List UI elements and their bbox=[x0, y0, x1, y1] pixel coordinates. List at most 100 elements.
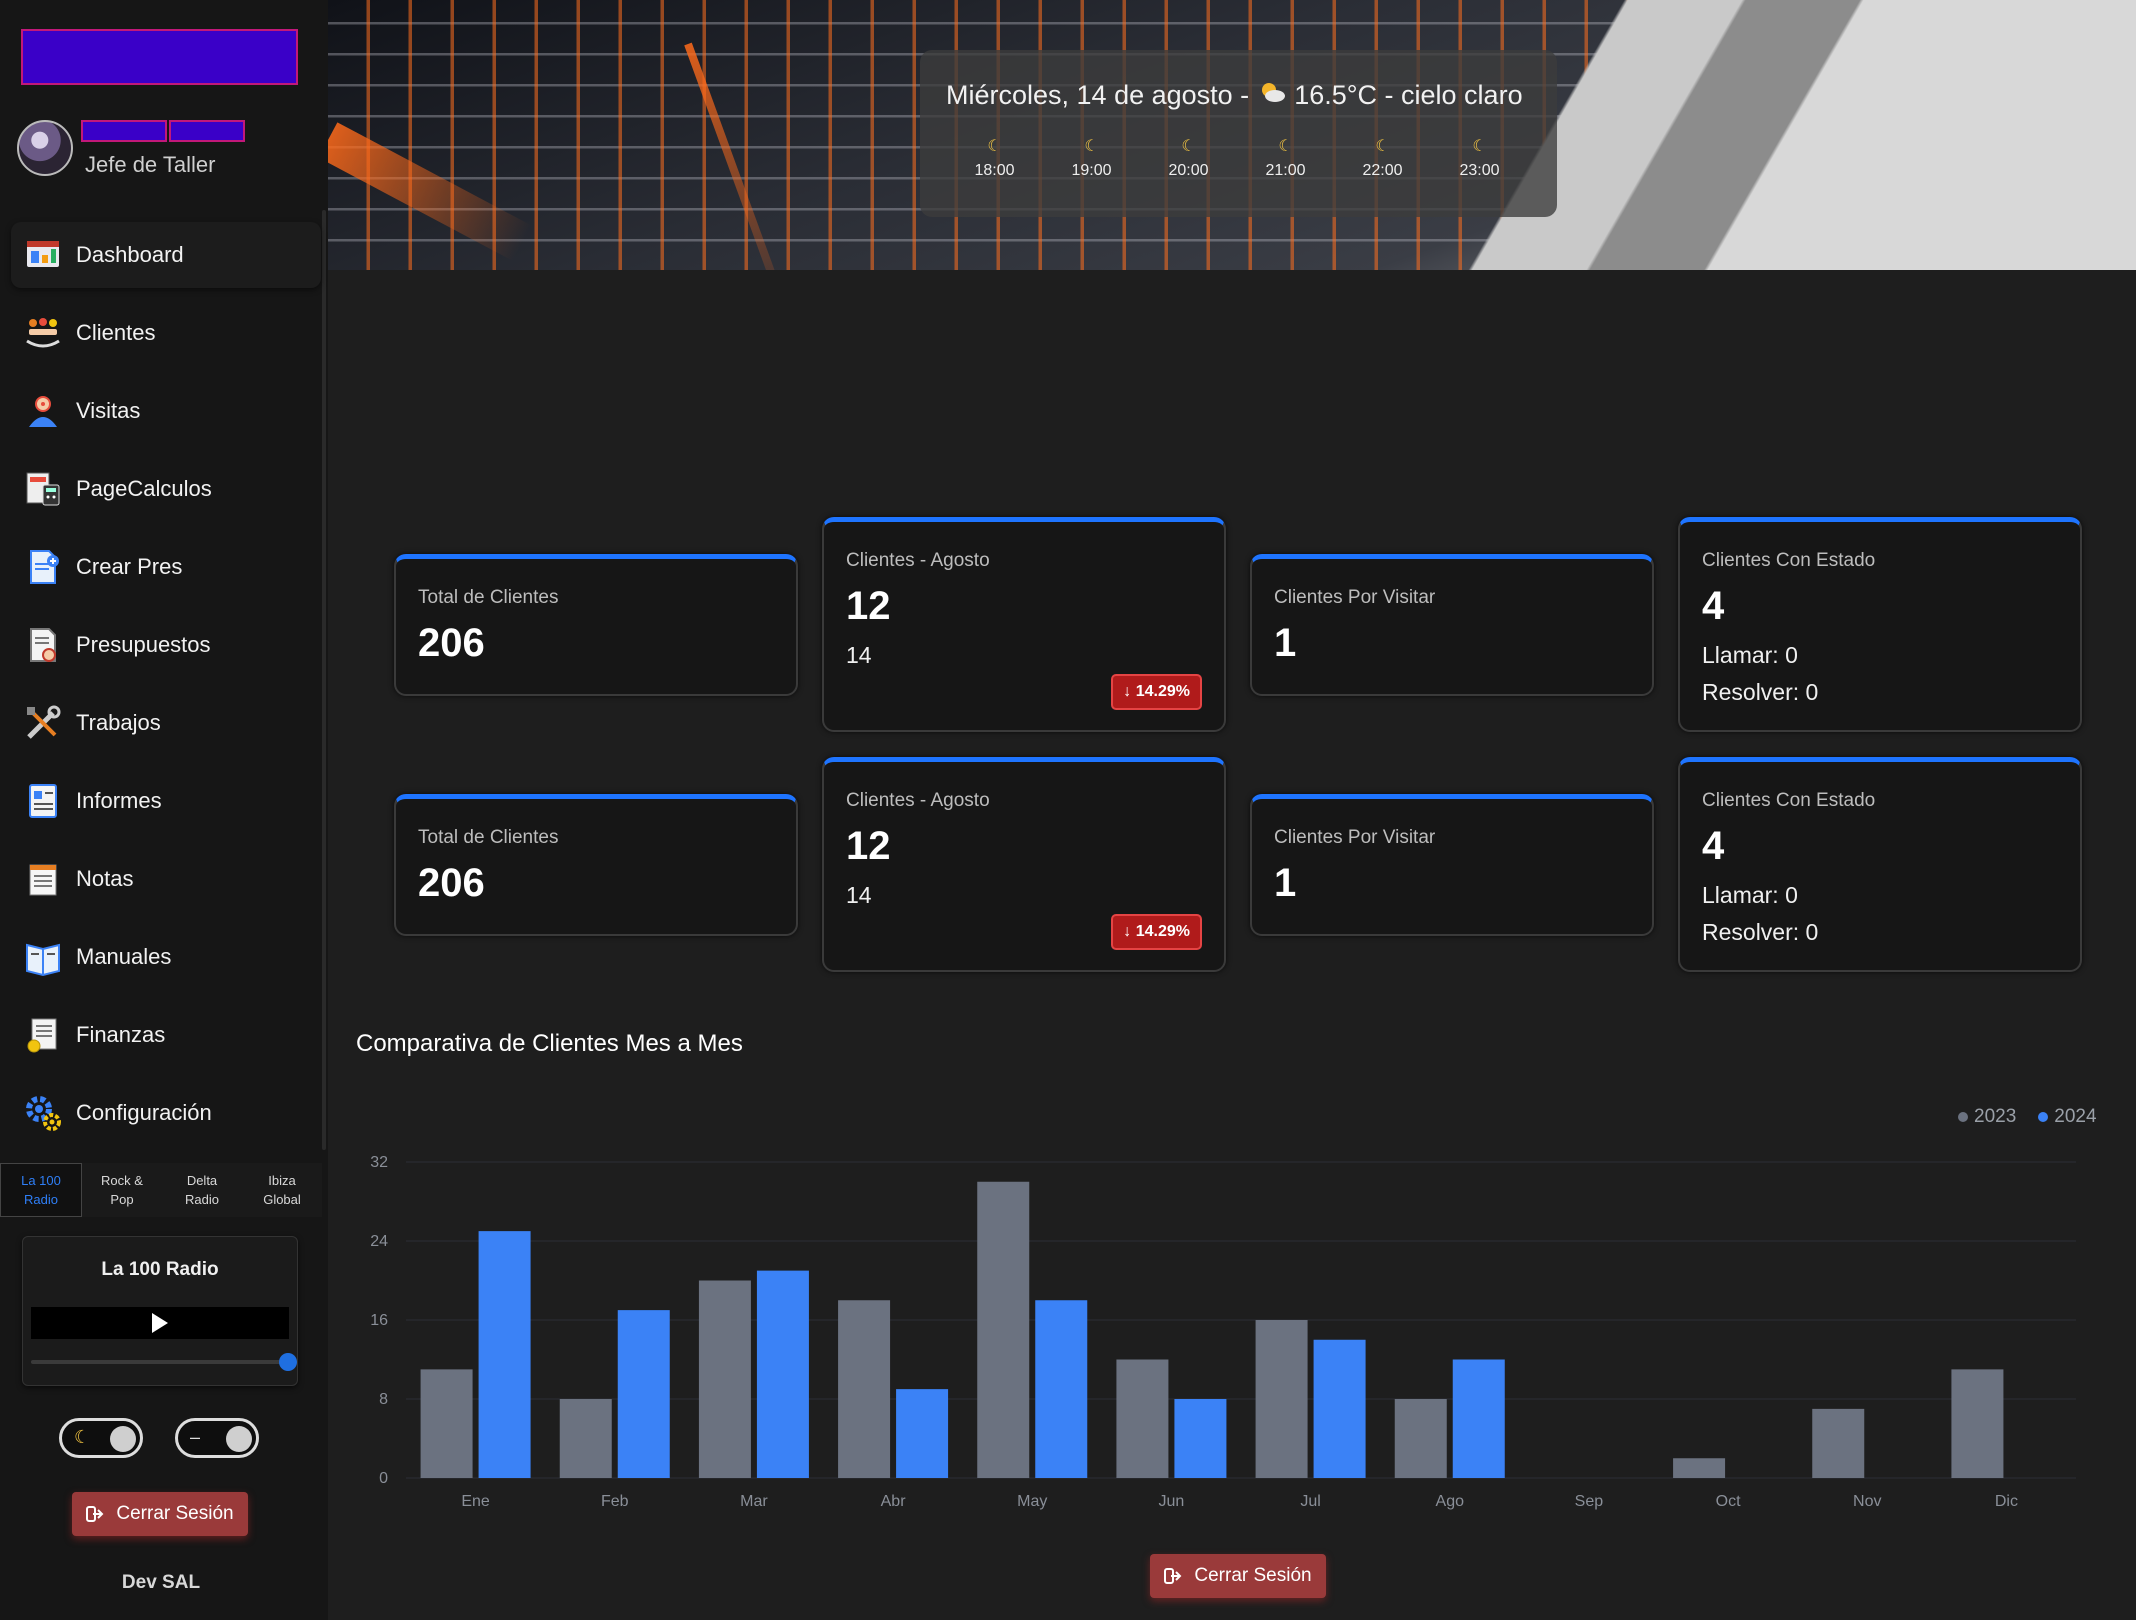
card-line-resolver: Resolver: 0 bbox=[1702, 679, 1819, 705]
hourly-forecast: ☾ 18:00 ☾ 19:00 ☾ 20:00 ☾ 21:00 ☾ 22:00 ☾ 23:0… bbox=[946, 136, 1536, 180]
tab-delta-radio[interactable]: Delta Radio bbox=[162, 1163, 242, 1217]
sidebar-item-label: Visitas bbox=[76, 398, 141, 423]
sidebar-item-presupuestos[interactable]: Presupuestos bbox=[11, 612, 321, 678]
x-tick-label: Mar bbox=[740, 1493, 768, 1510]
sidebar-item-informes[interactable]: Informes bbox=[11, 768, 321, 834]
moon-icon: ☾ bbox=[74, 1427, 91, 1447]
budget-icon bbox=[23, 625, 63, 665]
card-title: Clientes Por Visitar bbox=[1274, 827, 1436, 848]
sidebar-item-configuracion[interactable]: Configuración bbox=[11, 1080, 321, 1146]
sign-out-icon bbox=[1164, 1568, 1182, 1584]
legend-item-2023[interactable]: 2023 bbox=[1958, 1106, 2016, 1128]
dark-mode-toggle[interactable]: ☾ bbox=[59, 1418, 143, 1458]
secondary-toggle[interactable]: – bbox=[175, 1418, 259, 1458]
card-total-clientes: Total de Clientes 206 bbox=[394, 554, 798, 696]
sidebar-item-trabajos[interactable]: Trabajos bbox=[11, 690, 321, 756]
report-icon bbox=[23, 781, 63, 821]
sidebar-item-finanzas[interactable]: Finanzas bbox=[11, 1002, 321, 1068]
developer-credit: Dev SAL bbox=[121, 1572, 201, 1593]
weather-summary: Miércoles, 14 de agosto - 16.5°C - cielo… bbox=[946, 80, 1523, 111]
card-title: Total de Clientes bbox=[418, 827, 559, 848]
y-tick-label: 8 bbox=[379, 1391, 388, 1408]
card-clientes-por-visitar: Clientes Por Visitar 1 bbox=[1250, 794, 1654, 936]
card-total-clientes: Total de Clientes 206 bbox=[394, 794, 798, 936]
bar-2024-jul bbox=[1313, 1339, 1366, 1478]
forecast-hour: ☾ 18:00 bbox=[946, 136, 1043, 180]
sidebar-scrollbar[interactable] bbox=[322, 210, 326, 1150]
sidebar-item-notas[interactable]: Notas bbox=[11, 846, 321, 912]
play-icon bbox=[152, 1313, 168, 1333]
tab-rock-pop[interactable]: Rock & Pop bbox=[82, 1163, 162, 1217]
sidebar-item-crear-pres[interactable]: Crear Pres bbox=[11, 534, 321, 600]
sidebar-item-pagecalculos[interactable]: PageCalculos bbox=[11, 456, 321, 522]
bar-2023-ene bbox=[420, 1369, 473, 1478]
user-first-name-redacted bbox=[81, 120, 167, 142]
finance-icon bbox=[23, 1015, 63, 1055]
forecast-hour: ☾ 20:00 bbox=[1140, 136, 1237, 180]
volume-slider-track[interactable] bbox=[31, 1360, 281, 1364]
bar-2023-may bbox=[977, 1181, 1030, 1478]
card-title: Total de Clientes bbox=[418, 587, 559, 608]
bar-2023-dic bbox=[1951, 1369, 2004, 1478]
radio-station-tabs: La 100 Radio Rock & Pop Delta Radio Ibiza Gl… bbox=[0, 1163, 322, 1217]
volume-slider-handle[interactable] bbox=[279, 1353, 297, 1371]
legend-dot bbox=[1958, 1112, 1968, 1122]
x-tick-label: Sep bbox=[1575, 1493, 1604, 1510]
card-title: Clientes - Agosto bbox=[846, 550, 990, 571]
radio-title: La 100 Radio bbox=[101, 1259, 219, 1280]
bar-2024-abr bbox=[896, 1389, 949, 1478]
banner-decoration bbox=[684, 42, 795, 270]
moon-icon: ☾ bbox=[987, 138, 1002, 155]
sidebar-item-dashboard[interactable]: Dashboard bbox=[11, 222, 321, 288]
partly-cloudy-icon bbox=[1257, 80, 1287, 111]
legend-item-2024[interactable]: 2024 bbox=[2038, 1106, 2097, 1128]
sidebar: Jefe de Taller Dashboard Clientes Visita… bbox=[0, 0, 328, 1620]
card-value: 1 bbox=[1274, 861, 1297, 905]
bar-2023-ago bbox=[1394, 1399, 1447, 1478]
logout-button-main[interactable]: Cerrar Sesión bbox=[1150, 1554, 1326, 1598]
sidebar-item-label: Clientes bbox=[76, 320, 156, 345]
avatar[interactable] bbox=[17, 120, 73, 176]
sidebar-item-label: PageCalculos bbox=[76, 476, 212, 501]
trend-down-badge: ↓ 14.29% bbox=[1111, 674, 1202, 710]
bar-2023-jun bbox=[1116, 1359, 1169, 1478]
bar-2023-mar bbox=[698, 1280, 751, 1478]
card-value: 206 bbox=[418, 621, 485, 665]
x-tick-label: Abr bbox=[881, 1493, 907, 1510]
moon-icon: ☾ bbox=[1375, 138, 1390, 155]
tab-la-100-radio[interactable]: La 100 Radio bbox=[0, 1163, 82, 1217]
bar-2023-feb bbox=[559, 1399, 612, 1478]
card-title: Clientes Con Estado bbox=[1702, 790, 1876, 811]
sidebar-item-clientes[interactable]: Clientes bbox=[11, 300, 321, 366]
radio-player: La 100 Radio bbox=[22, 1236, 298, 1386]
sign-out-icon bbox=[86, 1506, 104, 1522]
trend-down-badge: ↓ 14.29% bbox=[1111, 914, 1202, 950]
bar-2024-ago bbox=[1452, 1359, 1505, 1478]
visits-icon bbox=[23, 391, 63, 431]
dashboard-icon bbox=[23, 235, 63, 275]
y-tick-label: 16 bbox=[370, 1312, 388, 1329]
sidebar-item-label: Dashboard bbox=[76, 242, 184, 267]
play-button[interactable] bbox=[31, 1307, 289, 1339]
tab-ibiza-global[interactable]: Ibiza Global bbox=[242, 1163, 322, 1217]
sidebar-item-label: Finanzas bbox=[76, 1022, 166, 1047]
sidebar-item-visitas[interactable]: Visitas bbox=[11, 378, 321, 444]
sidebar-item-label: Crear Pres bbox=[76, 554, 183, 579]
forecast-hour: ☾ 22:00 bbox=[1334, 136, 1431, 180]
y-tick-label: 0 bbox=[379, 1470, 388, 1487]
x-tick-label: May bbox=[1017, 1493, 1047, 1510]
sidebar-item-manuales[interactable]: Manuales bbox=[11, 924, 321, 990]
card-title: Clientes - Agosto bbox=[846, 790, 990, 811]
legend-dot bbox=[2038, 1112, 2049, 1122]
chart-title: Comparativa de Clientes Mes a Mes bbox=[356, 1030, 743, 1057]
card-clientes-mes: Clientes - Agosto 12 14 ↓ 14.29% bbox=[822, 757, 1226, 972]
logout-button-sidebar[interactable]: Cerrar Sesión bbox=[72, 1492, 248, 1536]
sidebar-item-label: Notas bbox=[76, 866, 134, 891]
clients-icon bbox=[23, 313, 63, 353]
card-previous-value: 14 bbox=[846, 882, 872, 908]
tools-icon bbox=[23, 703, 63, 743]
moon-icon: ☾ bbox=[1084, 138, 1099, 155]
x-tick-label: Ene bbox=[461, 1493, 490, 1510]
bar-2024-may bbox=[1035, 1300, 1088, 1478]
create-document-icon bbox=[23, 547, 63, 587]
